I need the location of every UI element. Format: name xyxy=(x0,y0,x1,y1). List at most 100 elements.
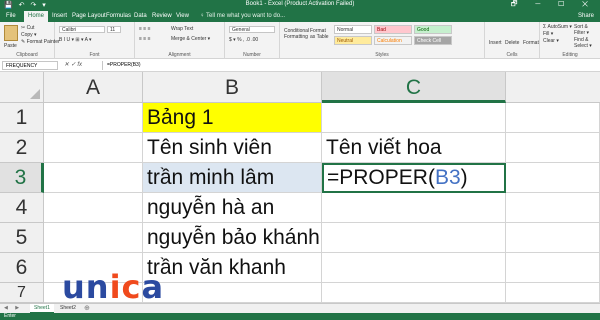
cell-b2[interactable]: Tên sinh viên xyxy=(143,133,322,163)
format-cells-button[interactable]: Format xyxy=(523,40,539,46)
wrap-text-button[interactable]: Wrap Text xyxy=(171,26,193,32)
tab-insert[interactable]: Insert xyxy=(52,13,67,19)
sheet-tab-bar: ◀ ▶ Sheet1 Sheet2 ⊕ xyxy=(0,303,600,314)
cell-d5[interactable] xyxy=(506,223,600,253)
cell-c7[interactable] xyxy=(322,283,506,303)
cell-c6[interactable] xyxy=(322,253,506,283)
group-label: Clipboard xyxy=(16,52,38,58)
style-normal[interactable]: Normal xyxy=(334,25,372,34)
group-label: Number xyxy=(243,52,261,58)
row-header-5[interactable]: 5 xyxy=(0,223,44,253)
row-header-7[interactable]: 7 xyxy=(0,283,44,303)
formula-text: =PROPER( xyxy=(327,166,435,189)
cell-reference: B3 xyxy=(434,166,461,189)
tab-page-layout[interactable]: Page Layout xyxy=(72,13,106,19)
cell-c3-active[interactable]: =PROPER(B3) xyxy=(322,163,506,193)
name-box[interactable]: FREQUENCY xyxy=(2,61,58,70)
cell-d3[interactable] xyxy=(506,163,600,193)
cell-a4[interactable] xyxy=(44,193,143,223)
cell-b7[interactable] xyxy=(143,283,322,303)
font-size-select[interactable]: 11 xyxy=(107,26,121,33)
cut-button[interactable]: ✂ Cut xyxy=(21,25,34,31)
tell-me-search[interactable]: ♀ Tell me what you want to do... xyxy=(200,13,285,19)
ribbon-tabs: File Home Insert Page Layout Formulas Da… xyxy=(0,11,600,22)
style-check-cell[interactable]: Check Cell xyxy=(414,36,452,45)
cell-b3[interactable]: trần minh lâm xyxy=(143,163,322,193)
sheet-nav-arrows[interactable]: ◀ ▶ xyxy=(4,305,22,311)
column-header-a[interactable]: A xyxy=(44,72,143,103)
number-group: General $ ▾ % , .0 .00 Number xyxy=(225,22,280,59)
align-bottom-buttons[interactable]: ≡ ≡ ≡ xyxy=(139,36,151,42)
cell-c4[interactable] xyxy=(322,193,506,223)
format-as-table-button[interactable]: Format as Table xyxy=(310,28,330,40)
tab-review[interactable]: Review xyxy=(152,13,172,19)
column-header-b[interactable]: B xyxy=(143,72,322,103)
style-good[interactable]: Good xyxy=(414,25,452,34)
insert-cells-button[interactable]: Insert xyxy=(489,40,502,46)
row-header-2[interactable]: 2 xyxy=(0,133,44,163)
merge-center-button[interactable]: Merge & Center ▾ xyxy=(171,36,210,42)
cell-d6[interactable] xyxy=(506,253,600,283)
select-all-button[interactable] xyxy=(0,72,44,103)
cell-a1[interactable] xyxy=(44,103,143,133)
sort-filter-button[interactable]: Sort & Filter ▾ xyxy=(574,24,596,36)
number-format-buttons[interactable]: $ ▾ % , .0 .00 xyxy=(229,37,258,43)
cell-c5[interactable] xyxy=(322,223,506,253)
format-painter-button[interactable]: ✎ Format Painter xyxy=(21,39,60,45)
paste-icon[interactable] xyxy=(4,25,18,41)
copy-button[interactable]: Copy ▾ xyxy=(21,32,37,38)
tab-home[interactable]: Home xyxy=(24,11,49,22)
worksheet-grid: A B C 1 2 3 4 5 6 7 Bảng 1 Tên sinh viên… xyxy=(0,72,600,303)
tab-view[interactable]: View xyxy=(176,13,189,19)
formula-bar: FREQUENCY ✕ ✓ fx =PROPER(B3) xyxy=(0,59,600,72)
cell-b4[interactable]: nguyễn hà an xyxy=(143,193,322,223)
cell-d2[interactable] xyxy=(506,133,600,163)
cell-a5[interactable] xyxy=(44,223,143,253)
font-name-select[interactable]: Calibri xyxy=(59,26,105,33)
row-header-1[interactable]: 1 xyxy=(0,103,44,133)
paste-button[interactable]: Paste xyxy=(4,43,17,49)
alignment-group: ≡ ≡ ≡ Wrap Text ≡ ≡ ≡ Merge & Center ▾ A… xyxy=(135,22,225,59)
cell-d7[interactable] xyxy=(506,283,600,303)
style-neutral[interactable]: Neutral xyxy=(334,36,372,45)
tab-file[interactable]: File xyxy=(6,13,16,19)
column-header-d[interactable] xyxy=(506,72,600,103)
status-bar: Enter xyxy=(0,313,600,320)
tab-data[interactable]: Data xyxy=(134,13,147,19)
clear-button[interactable]: Clear ▾ xyxy=(543,38,559,44)
cell-a2[interactable] xyxy=(44,133,143,163)
cell-a3[interactable] xyxy=(44,163,143,193)
align-buttons[interactable]: ≡ ≡ ≡ xyxy=(139,26,151,32)
cell-d4[interactable] xyxy=(506,193,600,223)
column-header-c[interactable]: C xyxy=(322,72,506,103)
cell-d1[interactable] xyxy=(506,103,600,133)
row-header-3[interactable]: 3 xyxy=(0,163,44,193)
fill-button[interactable]: Fill ▾ xyxy=(543,31,553,37)
logo-letter-n: n xyxy=(85,268,110,306)
formula-close-paren: ) xyxy=(460,166,468,189)
autosum-button[interactable]: Σ AutoSum ▾ xyxy=(543,24,572,30)
cell-b6[interactable]: trần văn khanh xyxy=(143,253,322,283)
add-sheet-icon[interactable]: ⊕ xyxy=(84,304,90,312)
number-format-select[interactable]: General xyxy=(229,26,275,33)
find-select-button[interactable]: Find & Select ▾ xyxy=(574,37,596,49)
share-button[interactable]: Share xyxy=(578,13,594,19)
cells-group: Insert Delete Format Cells xyxy=(485,22,540,59)
delete-cells-button[interactable]: Delete xyxy=(505,40,519,46)
row-header-4[interactable]: 4 xyxy=(0,193,44,223)
cell-b1[interactable]: Bảng 1 xyxy=(143,103,322,133)
font-style-buttons[interactable]: B I U ▾ ⊞ ▾ A ▾ xyxy=(59,37,92,43)
cell-c2[interactable]: Tên viết hoa xyxy=(322,133,506,163)
row-header-6[interactable]: 6 xyxy=(0,253,44,283)
select-all-icon xyxy=(30,89,40,99)
style-bad[interactable]: Bad xyxy=(374,25,412,34)
formula-icons[interactable]: ✕ ✓ fx xyxy=(64,61,82,68)
window-controls[interactable]: 🗗 ─ ☐ ✕ xyxy=(511,0,596,11)
cell-b5[interactable]: nguyễn bảo khánh xyxy=(143,223,322,253)
formula-input[interactable]: =PROPER(B3) xyxy=(102,61,596,70)
cell-c1[interactable] xyxy=(322,103,506,133)
style-calculation[interactable]: Calculation xyxy=(374,36,412,45)
tab-formulas[interactable]: Formulas xyxy=(106,13,131,19)
group-label: Font xyxy=(89,52,100,58)
conditional-formatting-button[interactable]: Conditional Formatting xyxy=(284,28,309,40)
